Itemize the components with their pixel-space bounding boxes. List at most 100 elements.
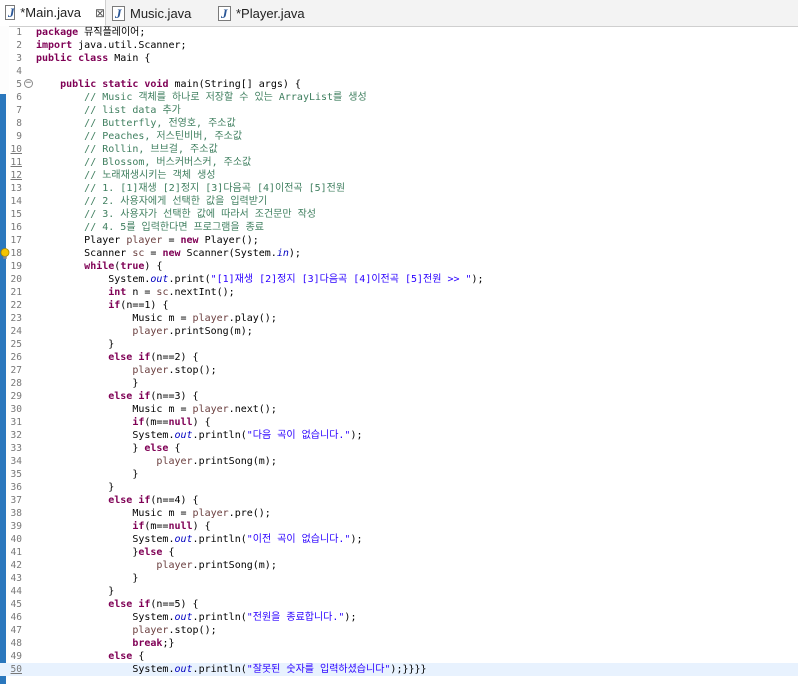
line-number: 12 (10, 170, 22, 181)
code-line[interactable]: 49 else { (0, 650, 798, 663)
code-token: Music m = (36, 313, 193, 324)
code-token: { (168, 443, 181, 454)
code-line[interactable]: 29 else if(n==3) { (0, 390, 798, 403)
code-line[interactable]: 6 // Music 객체를 하나로 저장할 수 있는 ArrayList를 생… (0, 91, 798, 104)
code-line[interactable]: 44 } (0, 585, 798, 598)
code-line[interactable]: 46 System.out.println("전원을 종료합니다."); (0, 611, 798, 624)
code-line[interactable]: 45 else if(n==5) { (0, 598, 798, 611)
code-line[interactable]: 18 Scanner sc = new Scanner(System.in); (0, 247, 798, 260)
tab-music-java[interactable]: J Music.java (112, 0, 212, 26)
line-number: 16 (10, 222, 22, 233)
code-line[interactable]: 48 break;} (0, 637, 798, 650)
code-text: } (36, 585, 114, 598)
code-line[interactable]: 31 if(m==null) { (0, 416, 798, 429)
code-line[interactable]: 3 public class Main { (0, 52, 798, 65)
code-text: if(n==1) { (36, 299, 168, 312)
code-line[interactable]: 27 player.stop(); (0, 364, 798, 377)
code-token: System. (36, 612, 175, 623)
line-number: 24 (10, 326, 22, 337)
code-text: // Peaches, 저스틴비버, 주소값 (36, 130, 242, 143)
code-line[interactable]: 21 int n = sc.nextInt(); (0, 286, 798, 299)
code-line[interactable]: 12 // 노래재생시키는 객체 생성 (0, 169, 798, 182)
code-line[interactable]: 47 player.stop(); (0, 624, 798, 637)
code-line[interactable]: 7 // list data 추가 (0, 104, 798, 117)
code-line[interactable]: 34 player.printSong(m); (0, 455, 798, 468)
line-number: 30 (10, 404, 22, 415)
code-token: package (36, 27, 79, 38)
code-line[interactable]: 13 // 1. [1]재생 [2]정지 [3]다음곡 [4]이전곡 [5]전원 (0, 182, 798, 195)
line-number: 3 (16, 53, 22, 64)
code-line[interactable]: 40 System.out.println("이전 곡이 없습니다."); (0, 533, 798, 546)
code-token: .println( (192, 430, 247, 441)
code-line[interactable]: 8 // Butterfly, 전영호, 주소값 (0, 117, 798, 130)
tab-main-java[interactable]: J *Main.java ⊠ (0, 0, 106, 26)
code-token: (m== (144, 521, 169, 532)
code-token: // 4. 5를 입력한다면 프로그램을 종료 (84, 222, 264, 233)
code-line[interactable]: 24 player.printSong(m); (0, 325, 798, 338)
code-line[interactable]: 11 // Blossom, 버스커버스커, 주소값 (0, 156, 798, 169)
code-token: new (180, 235, 199, 246)
code-token: n = (126, 287, 157, 298)
code-line[interactable]: 10 // Rollin, 브브걸, 주소값 (0, 143, 798, 156)
line-number: 46 (10, 612, 22, 623)
code-line[interactable]: 14 // 2. 사용자에게 선택한 값을 입력받기 (0, 195, 798, 208)
code-line[interactable]: 33 } else { (0, 442, 798, 455)
code-line[interactable]: 22 if(n==1) { (0, 299, 798, 312)
code-line[interactable]: 35 } (0, 468, 798, 481)
line-number: 25 (10, 339, 22, 350)
code-line[interactable]: 23 Music m = player.play(); (0, 312, 798, 325)
code-text: player.printSong(m); (36, 455, 276, 468)
code-text: Music m = player.pre(); (36, 507, 271, 520)
code-line[interactable]: 9 // Peaches, 저스틴비버, 주소값 (0, 130, 798, 143)
code-token: in (276, 248, 289, 259)
code-line[interactable]: 19 while(true) { (0, 260, 798, 273)
code-text: int n = sc.nextInt(); (36, 286, 234, 299)
code-line[interactable]: 2 import java.util.Scanner; (0, 39, 798, 52)
code-line[interactable]: 20 System.out.print("[1]재생 [2]정지 [3]다음곡 … (0, 273, 798, 286)
code-line[interactable]: 4 (0, 65, 798, 78)
code-line[interactable]: 26 else if(n==2) { (0, 351, 798, 364)
code-line[interactable]: 25 } (0, 338, 798, 351)
code-token: player (132, 365, 169, 376)
tab-player-java[interactable]: J *Player.java (218, 0, 328, 26)
code-token: } (36, 547, 139, 558)
code-token: new (162, 248, 181, 259)
fold-collapse-icon[interactable]: − (24, 79, 33, 88)
code-line[interactable]: 32 System.out.println("다음 곡이 없습니다."); (0, 429, 798, 442)
code-line[interactable]: 1 package 뮤직플레이어; (0, 26, 798, 39)
code-editor[interactable]: 1 package 뮤직플레이어; 2 import java.util.Scanne… (0, 26, 798, 684)
code-token: Player(); (198, 235, 259, 246)
code-line[interactable]: 30 Music m = player.next(); (0, 403, 798, 416)
code-line[interactable]: 17 Player player = new Player(); (0, 234, 798, 247)
code-text: } (36, 338, 114, 351)
code-line[interactable]: 50 System.out.println("잘못된 숫자를 입력하셨습니다")… (0, 663, 798, 676)
code-line[interactable]: 36 } (0, 481, 798, 494)
code-line[interactable]: 42 player.printSong(m); (0, 559, 798, 572)
code-line[interactable]: 41 }else { (0, 546, 798, 559)
warning-lightbulb-icon[interactable] (0, 245, 10, 259)
code-line[interactable]: 15 // 3. 사용자가 선택한 값에 따라서 조건문만 작성 (0, 208, 798, 221)
close-icon[interactable]: ⊠ (95, 6, 105, 20)
code-text: // 3. 사용자가 선택한 값에 따라서 조건문만 작성 (36, 208, 316, 221)
code-token: out (174, 664, 193, 675)
code-line[interactable]: 39 if(m==null) { (0, 520, 798, 533)
code-token: else (138, 547, 163, 558)
code-line[interactable]: 28 } (0, 377, 798, 390)
code-line[interactable]: 43 } (0, 572, 798, 585)
code-text: System.out.print("[1]재생 [2]정지 [3]다음곡 [4]… (36, 273, 483, 286)
code-token: (n==3) { (150, 391, 199, 402)
line-number: 10 (10, 144, 22, 155)
code-line[interactable]: 5− public static void main(String[] args… (0, 78, 798, 91)
code-line[interactable]: 16 // 4. 5를 입력한다면 프로그램을 종료 (0, 221, 798, 234)
code-token: player (192, 508, 229, 519)
code-line[interactable]: 38 Music m = player.pre(); (0, 507, 798, 520)
line-number: 39 (10, 521, 22, 532)
code-line[interactable]: 37 else if(n==4) { (0, 494, 798, 507)
